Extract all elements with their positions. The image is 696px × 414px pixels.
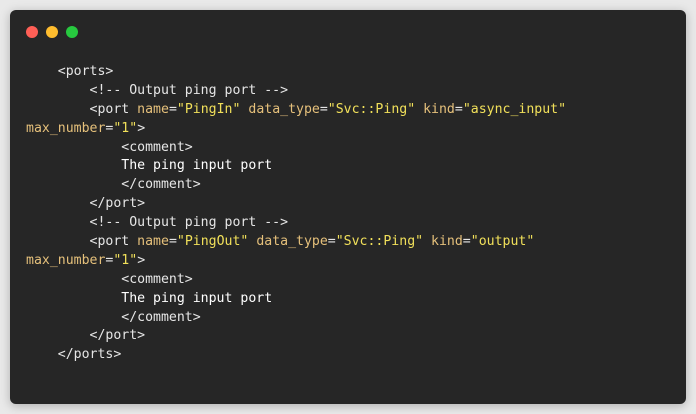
code-token-tag: </comment> (121, 177, 201, 193)
close-window-button[interactable] (26, 26, 38, 38)
code-token-eq: = (319, 101, 328, 117)
code-line: <ports> (26, 63, 676, 82)
code-line: max_number="1"> (26, 120, 676, 139)
minimize-window-button[interactable] (46, 26, 58, 38)
code-token-val: "PingOut" (176, 234, 249, 250)
code-token-text: The ping input port (121, 290, 273, 306)
code-line: The ping input port (26, 290, 676, 309)
code-token-attr: max_number (26, 120, 106, 136)
code-token-tag (415, 102, 423, 117)
screenshot-frame: <ports> <!-- Output ping port --> <port … (0, 0, 696, 414)
code-token-tag: </port> (89, 196, 146, 212)
code-token-tag: </comment> (121, 309, 201, 325)
code-line: <comment> (26, 139, 676, 158)
code-token-tag: <ports> (57, 64, 114, 79)
code-window: <ports> <!-- Output ping port --> <port … (10, 10, 686, 404)
code-token-comment: <!-- Output ping port --> (89, 215, 289, 231)
code-line: The ping input port (26, 157, 676, 176)
code-line: <port name="PingOut" data_type="Svc::Pin… (26, 233, 676, 252)
code-block: <ports> <!-- Output ping port --> <port … (26, 63, 676, 393)
code-line: <!-- Output ping port --> (26, 82, 676, 101)
code-token-eq: = (168, 234, 177, 250)
code-token-val: "async_input" (462, 101, 567, 117)
code-token-val: "PingIn" (176, 101, 241, 117)
code-token-val: "1" (113, 120, 138, 136)
code-token-tag (423, 234, 431, 249)
code-token-tag: <port (89, 101, 138, 117)
code-line: </port> (26, 195, 676, 214)
code-token-tag: > (137, 252, 146, 268)
code-token-val: "1" (113, 252, 138, 268)
code-line: <port name="PingIn" data_type="Svc::Ping… (26, 101, 676, 120)
code-line: <comment> (26, 271, 676, 290)
code-token-tag: > (137, 120, 146, 136)
code-token-tag: <comment> (121, 271, 193, 287)
code-token-val: "Svc::Ping" (327, 101, 416, 117)
code-token-attr: data_type (256, 234, 328, 250)
code-token-attr: data_type (248, 101, 320, 117)
window-titlebar (10, 10, 686, 50)
code-token-tag: <port (89, 234, 138, 250)
code-token-comment: <!-- Output ping port --> (89, 82, 289, 98)
code-token-attr: kind (423, 101, 455, 117)
code-token-val: "Svc::Ping" (335, 234, 424, 250)
code-line: <!-- Output ping port --> (26, 214, 676, 233)
code-token-val: "output" (470, 234, 535, 250)
code-token-tag: </ports> (57, 347, 122, 363)
code-token-tag: </port> (89, 328, 146, 344)
code-line: </comment> (26, 309, 676, 328)
code-token-attr: name (137, 234, 169, 250)
code-token-eq: = (327, 234, 336, 250)
code-token-attr: max_number (26, 252, 106, 268)
code-token-tag: <comment> (121, 139, 193, 155)
code-token-eq: = (454, 101, 463, 117)
code-line: </ports> (26, 346, 676, 365)
maximize-window-button[interactable] (66, 26, 78, 38)
code-token-text: The ping input port (121, 158, 273, 174)
code-token-eq: = (462, 234, 471, 250)
code-token-eq: = (168, 101, 177, 117)
code-token-attr: name (137, 101, 169, 117)
code-line: </port> (26, 327, 676, 346)
code-line: max_number="1"> (26, 252, 676, 271)
code-line: </comment> (26, 176, 676, 195)
code-token-attr: kind (431, 234, 463, 250)
